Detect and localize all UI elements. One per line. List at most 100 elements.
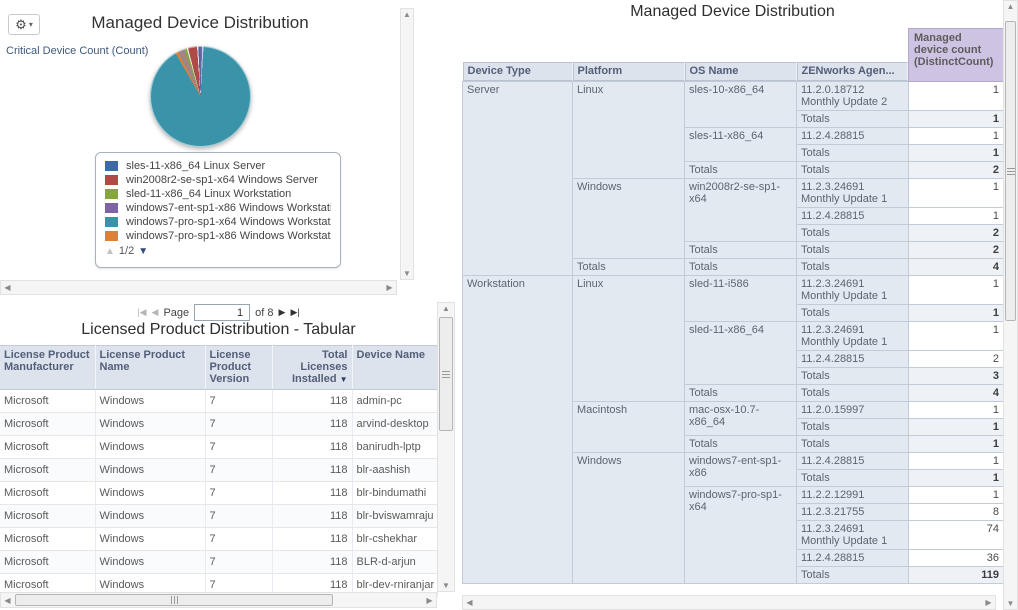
column-header-total-licenses-installed[interactable]: Total Licenses Installed▼ <box>272 346 352 390</box>
cell: Microsoft <box>0 505 95 528</box>
label-cell: win2008r2-se-sp1-x64 <box>685 179 797 242</box>
cell: Windows <box>95 390 205 413</box>
table-row: MicrosoftWindows7118blr-cshekhar <box>0 528 437 551</box>
label-cell: Totals <box>797 385 909 402</box>
scroll-up-icon[interactable]: ▲ <box>438 303 454 314</box>
legend-label: windows7-pro-sp1-x64 Windows Workstation <box>126 216 331 228</box>
cell: Windows <box>95 505 205 528</box>
label-cell: 11.2.4.28815 <box>797 550 909 567</box>
count-cell: 1 <box>909 111 1004 128</box>
table-row: MicrosoftWindows7118blr-bindumathi <box>0 482 437 505</box>
first-page-icon[interactable]: |◀ <box>137 307 146 318</box>
scroll-right-icon[interactable]: ▶ <box>982 597 995 608</box>
label-cell: 11.2.3.24691 Monthly Update 1 <box>797 276 909 305</box>
licensed-horizontal-scrollbar[interactable]: ◀ ▶ <box>0 592 437 608</box>
crosstab-header-device-type[interactable]: Device Type <box>463 29 573 82</box>
crosstab-title: Managed Device Distribution <box>462 3 1003 21</box>
label-cell: sled-11-x86_64 <box>685 322 797 385</box>
pie-measure-label: Critical Device Count (Count) <box>6 45 148 57</box>
legend-item: windows7-pro-sp1-x86 Windows Workstation <box>105 229 331 243</box>
cell: 118 <box>272 482 352 505</box>
crosstab-header-os-name[interactable]: OS Name <box>685 29 797 82</box>
cell: 7 <box>205 459 272 482</box>
crosstab-header-zenworks-agen[interactable]: ZENworks Agen... <box>797 29 909 82</box>
pie-panel-title: Managed Device Distribution <box>50 13 350 33</box>
dashboard-canvas: ⚙ ▾ Managed Device Distribution Critical… <box>0 0 1018 610</box>
scroll-right-icon[interactable]: ▶ <box>383 282 396 293</box>
licensed-vertical-scrollbar[interactable]: ▲ ▼ <box>437 302 455 592</box>
label-cell: sled-11-i586 <box>685 276 797 322</box>
label-cell: 11.2.3.24691 Monthly Update 1 <box>797 322 909 351</box>
cell: 118 <box>272 505 352 528</box>
pie-vertical-scrollbar[interactable]: ▲ ▼ <box>400 8 414 280</box>
cell: Microsoft <box>0 551 95 574</box>
scroll-up-icon[interactable]: ▲ <box>1004 1 1017 12</box>
scroll-left-icon[interactable]: ◀ <box>1 282 14 293</box>
legend-pager: ▲ 1/2 ▼ <box>105 243 331 259</box>
label-cell: 11.2.3.21755 <box>797 504 909 521</box>
last-page-icon[interactable]: ▶| <box>290 307 299 318</box>
cell: arvind-desktop <box>352 413 437 436</box>
label-cell: sles-11-x86_64 <box>685 128 797 162</box>
scroll-left-icon[interactable]: ◀ <box>463 597 476 608</box>
legend-page-up-icon[interactable]: ▲ <box>105 246 115 257</box>
scroll-down-icon[interactable]: ▼ <box>438 580 454 591</box>
label-cell: Windows <box>573 453 685 584</box>
crosstab-header-platform[interactable]: Platform <box>573 29 685 82</box>
pie-horizontal-scrollbar[interactable]: ◀ ▶ <box>0 280 397 295</box>
label-cell: Totals <box>685 385 797 402</box>
count-cell: 1 <box>909 128 1004 145</box>
label-cell: 11.2.4.28815 <box>797 453 909 470</box>
scrollbar-thumb[interactable] <box>15 594 333 606</box>
column-header-license-product-name[interactable]: License Product Name <box>95 346 205 390</box>
next-page-icon[interactable]: ▶ <box>279 307 286 318</box>
legend-swatch <box>105 189 118 199</box>
scroll-left-icon[interactable]: ◀ <box>1 595 14 606</box>
label-cell: Totals <box>797 242 909 259</box>
licensed-product-panel: |◀ ◀ Page of 8 ▶ ▶| Licensed Product Dis… <box>0 300 456 610</box>
cell: Microsoft <box>0 459 95 482</box>
gear-icon: ⚙ <box>15 18 27 31</box>
crosstab-header-managed-device-count-distinctcount[interactable]: Managed device count (DistinctCount) <box>909 29 1004 82</box>
scroll-down-icon[interactable]: ▼ <box>1004 598 1017 609</box>
cell: Microsoft <box>0 528 95 551</box>
licensed-product-table: License Product ManufacturerLicense Prod… <box>0 345 438 597</box>
scrollbar-thumb[interactable] <box>1005 21 1016 321</box>
count-cell: 1 <box>909 179 1004 208</box>
page-label: Page <box>163 307 189 319</box>
crosstab-horizontal-scrollbar[interactable]: ◀ ▶ <box>462 595 996 610</box>
label-cell: 11.2.4.28815 <box>797 128 909 145</box>
legend-label: sles-11-x86_64 Linux Server <box>126 160 265 172</box>
scrollbar-thumb[interactable] <box>439 317 453 431</box>
legend-label: windows7-pro-sp1-x86 Windows Workstation <box>126 230 331 242</box>
chart-options-button[interactable]: ⚙ ▾ <box>8 14 40 35</box>
count-cell: 2 <box>909 351 1004 368</box>
count-cell: 1 <box>909 145 1004 162</box>
label-cell: Windows <box>573 179 685 259</box>
scroll-up-icon[interactable]: ▲ <box>401 9 413 20</box>
table-row: MicrosoftWindows7118blr-bviswamraju <box>0 505 437 528</box>
column-header-license-product-manufacturer[interactable]: License Product Manufacturer <box>0 346 95 390</box>
cell: 7 <box>205 413 272 436</box>
prev-page-icon[interactable]: ◀ <box>152 307 159 318</box>
scroll-right-icon[interactable]: ▶ <box>423 595 436 606</box>
cell: blr-cshekhar <box>352 528 437 551</box>
crosstab-vertical-scrollbar[interactable]: ▲ ▼ <box>1003 0 1018 610</box>
count-cell: 4 <box>909 385 1004 402</box>
pagination: |◀ ◀ Page of 8 ▶ ▶| <box>0 304 437 321</box>
cell: Windows <box>95 436 205 459</box>
label-cell: 11.2.0.18712 Monthly Update 2 <box>797 82 909 111</box>
page-number-input[interactable] <box>194 304 250 321</box>
cell: 7 <box>205 551 272 574</box>
column-header-license-product-version[interactable]: License Product Version <box>205 346 272 390</box>
legend-page-down-icon[interactable]: ▼ <box>138 246 148 257</box>
column-header-device-name[interactable]: Device Name <box>352 346 437 390</box>
table-row: MicrosoftWindows7118admin-pc <box>0 390 437 413</box>
label-cell: windows7-pro-sp1-x64 <box>685 487 797 584</box>
label-cell: Totals <box>797 259 909 276</box>
cell: 118 <box>272 528 352 551</box>
scroll-down-icon[interactable]: ▼ <box>401 268 413 279</box>
crosstab-row: WorkstationLinuxsled-11-i58611.2.3.24691… <box>463 276 1004 305</box>
pie-chart[interactable] <box>150 46 251 147</box>
count-cell: 2 <box>909 225 1004 242</box>
